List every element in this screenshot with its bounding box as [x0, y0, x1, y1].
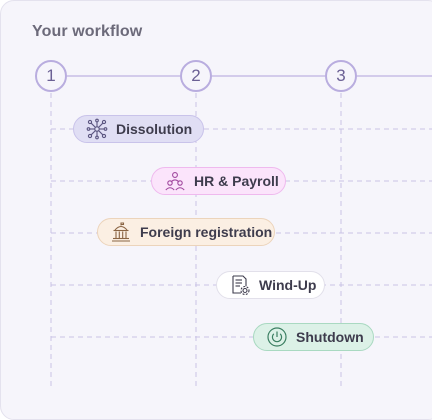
task-dissolution[interactable]: Dissolution [73, 115, 204, 143]
task-wind-up[interactable]: Wind-Up [216, 271, 325, 299]
people-icon [164, 170, 186, 192]
task-shutdown[interactable]: Shutdown [253, 323, 374, 351]
task-label: Dissolution [116, 121, 193, 137]
workflow-card: Your workflow 1 2 3 Dissolution HR & Pay… [0, 0, 432, 420]
task-label: Shutdown [296, 329, 364, 345]
step-2[interactable]: 2 [180, 60, 212, 92]
network-icon [86, 118, 108, 140]
task-label: Wind-Up [259, 277, 317, 293]
government-building-icon [110, 221, 132, 243]
step-1[interactable]: 1 [35, 60, 67, 92]
task-label: Foreign registration [140, 224, 273, 240]
document-gear-icon [229, 274, 251, 296]
power-icon [266, 326, 288, 348]
task-label: HR & Payroll [194, 173, 279, 189]
task-hr-payroll[interactable]: HR & Payroll [151, 167, 286, 195]
task-foreign-registration[interactable]: Foreign registration [97, 218, 275, 246]
step-3[interactable]: 3 [325, 60, 357, 92]
workflow-grid-lines [50, 75, 432, 386]
